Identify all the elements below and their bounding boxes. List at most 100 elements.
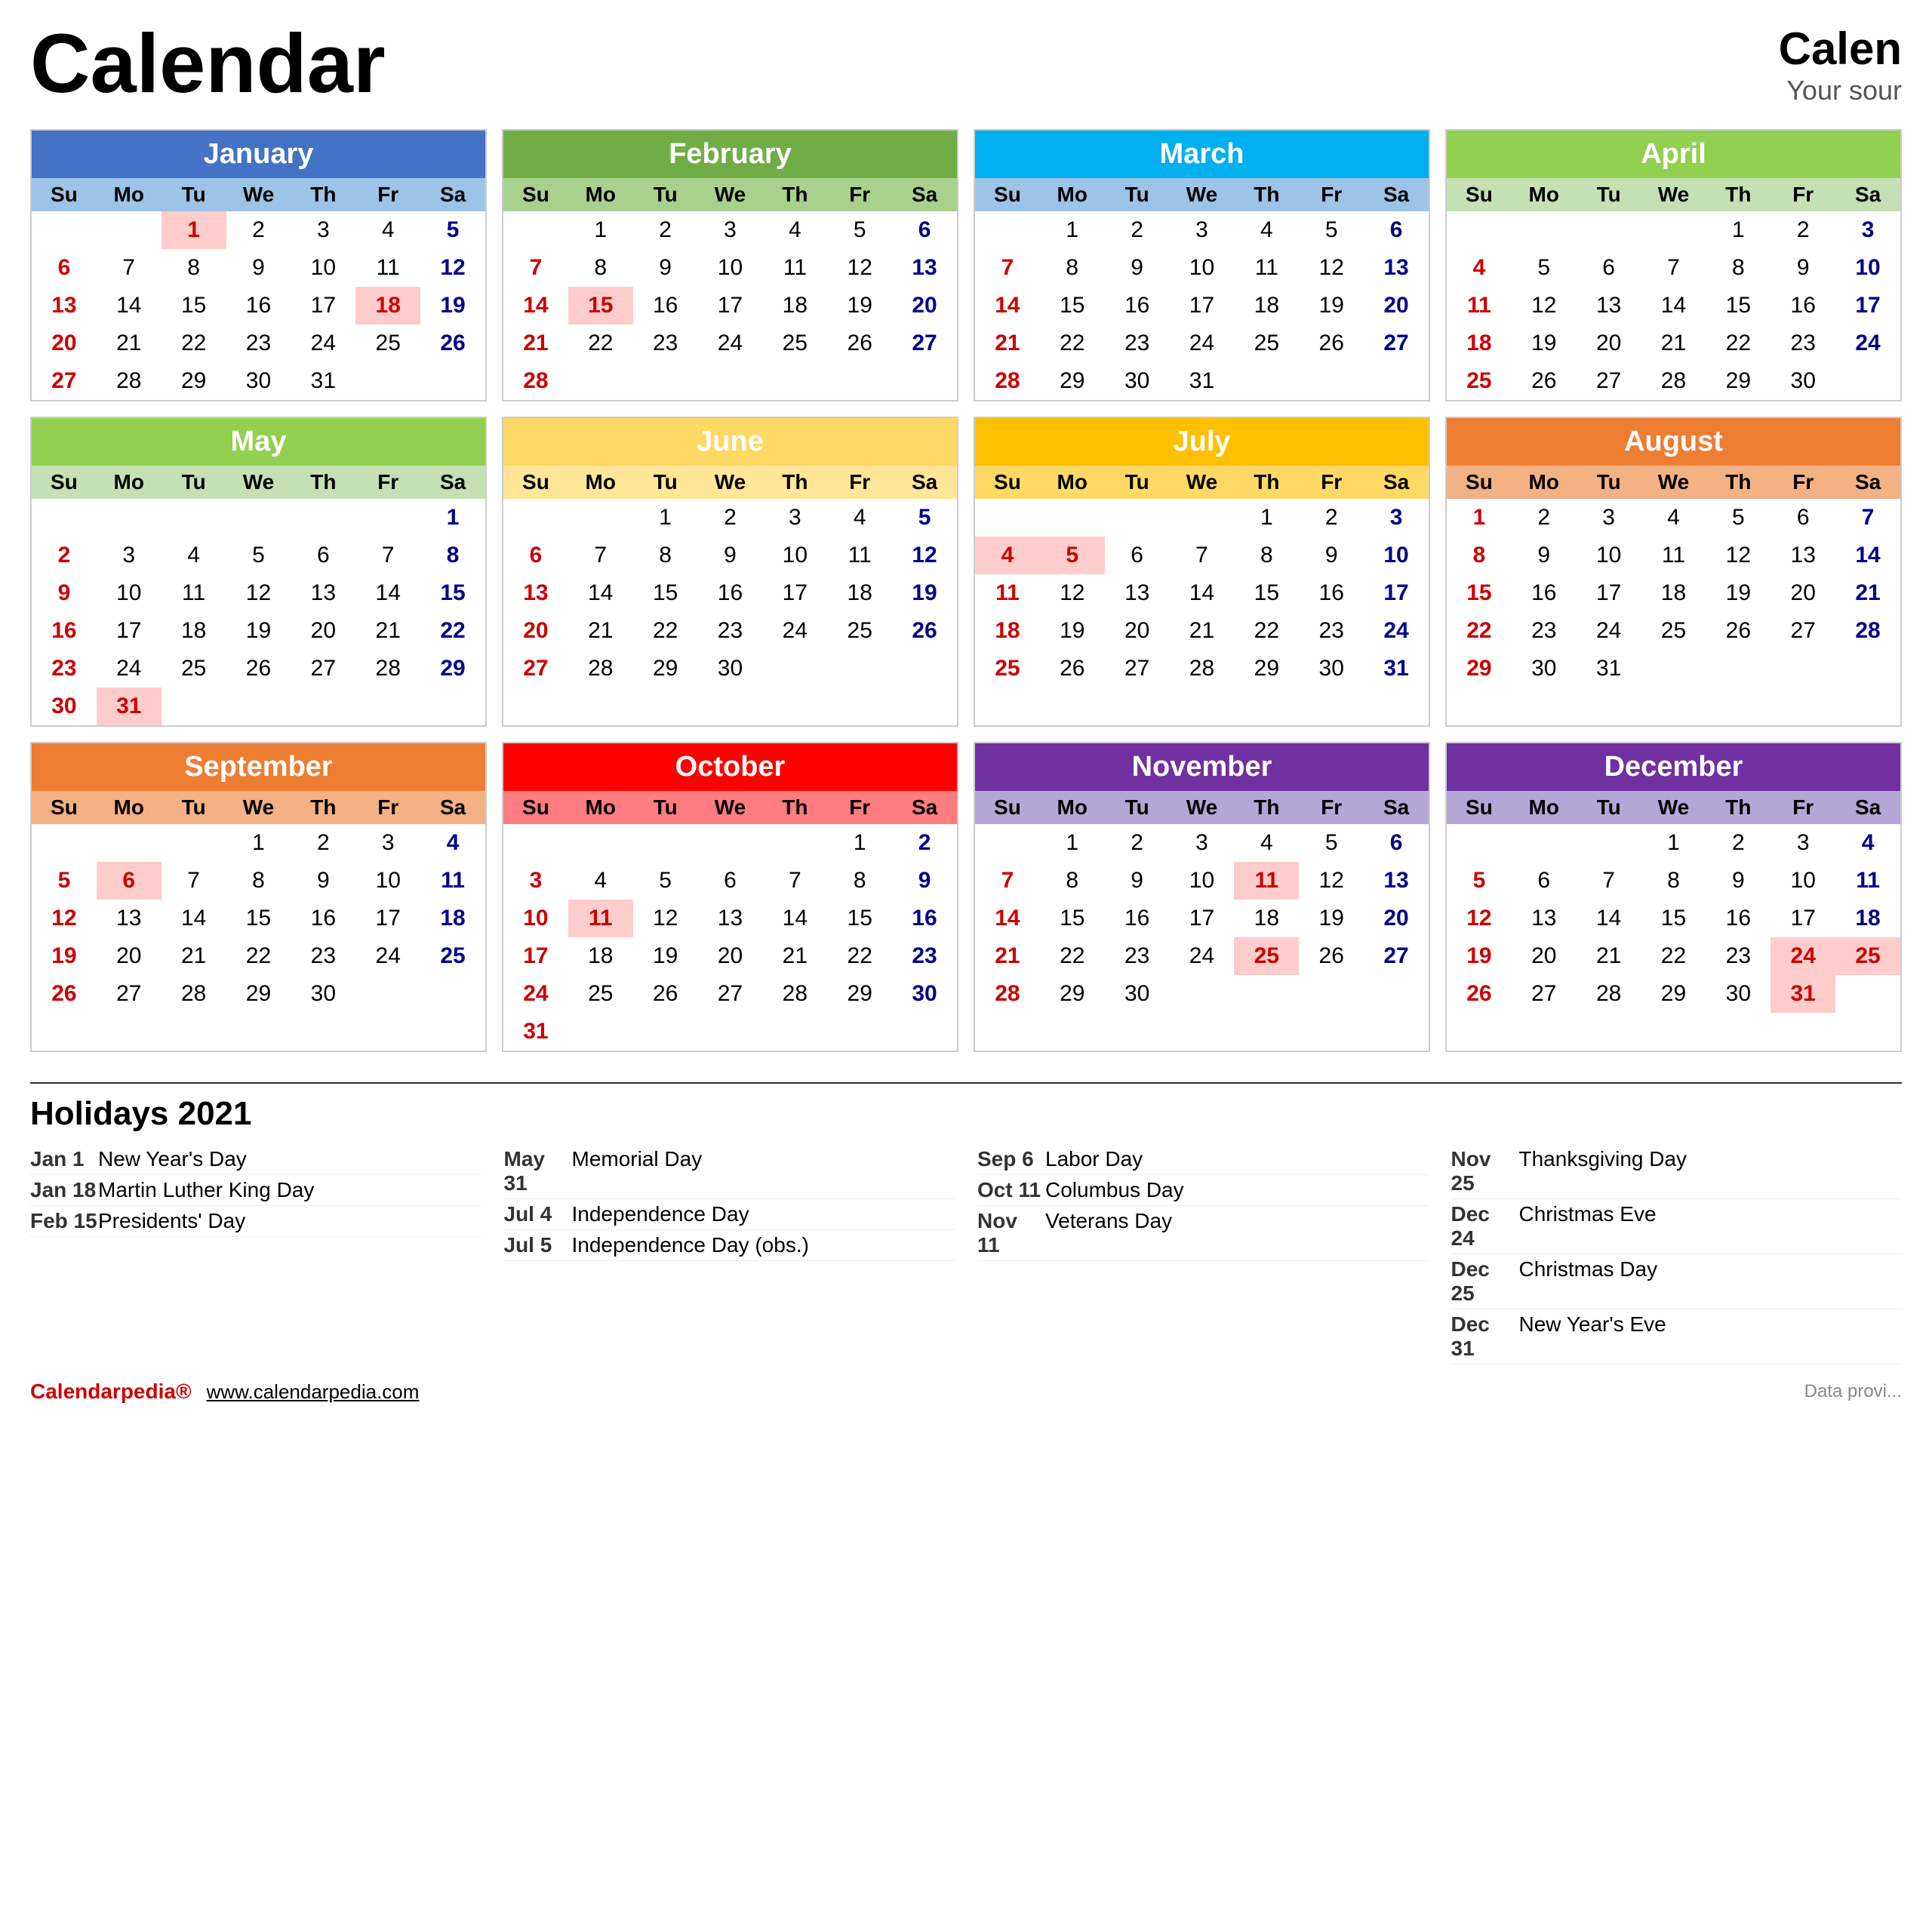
- day-cell: 1: [1641, 824, 1706, 862]
- day-cell: 17: [1835, 287, 1900, 325]
- day-cell: 17: [1364, 574, 1429, 612]
- day-cell: [97, 211, 162, 249]
- day-cell: 4: [162, 537, 226, 574]
- holiday-date: Nov 25: [1451, 1147, 1519, 1195]
- day-cell: 6: [503, 537, 568, 574]
- day-cell: 22: [1040, 325, 1105, 362]
- day-cell: 10: [97, 574, 162, 612]
- day-cell: 13: [1364, 862, 1429, 900]
- day-cell: 12: [827, 249, 892, 287]
- holiday-name: Memorial Day: [572, 1147, 955, 1195]
- month-header-jul: July: [975, 418, 1429, 466]
- day-cell: 15: [420, 574, 485, 612]
- day-cell: 27: [503, 650, 568, 688]
- day-cell: 31: [97, 688, 162, 725]
- day-cell: 30: [698, 650, 763, 688]
- day-cell: 1: [568, 211, 633, 249]
- day-cell: 16: [1512, 574, 1577, 612]
- holidays-section: Holidays 2021 Jan 1New Year's DayJan 18M…: [30, 1082, 1902, 1364]
- day-cell: 13: [1577, 287, 1641, 325]
- day-cell: 31: [291, 362, 355, 400]
- dow-cell-Th: Th: [1234, 178, 1299, 211]
- day-cell: 21: [762, 937, 827, 975]
- day-cell: 6: [892, 211, 957, 249]
- day-cell: 22: [162, 325, 226, 362]
- day-cell: 12: [226, 574, 291, 612]
- day-cell: 25: [762, 325, 827, 362]
- day-cell: 19: [827, 287, 892, 325]
- day-cell: 6: [1512, 862, 1577, 900]
- day-cell: 18: [1835, 900, 1900, 937]
- day-cell: 7: [762, 862, 827, 900]
- day-cell: [1835, 362, 1900, 400]
- holiday-name: New Year's Eve: [1519, 1312, 1903, 1361]
- day-cell: 16: [1299, 574, 1364, 612]
- day-cell: 19: [226, 612, 291, 650]
- day-cell: 3: [698, 211, 763, 249]
- dow-cell-Sa: Sa: [1835, 791, 1900, 824]
- day-cell: 27: [97, 975, 162, 1013]
- day-cell: 8: [1641, 862, 1706, 900]
- dow-cell-Sa: Sa: [1364, 178, 1429, 211]
- day-cell: 23: [32, 650, 97, 688]
- day-cell: [32, 499, 97, 537]
- day-cell: 9: [698, 537, 763, 574]
- day-cell: 20: [1577, 325, 1641, 362]
- month-header-aug: August: [1447, 418, 1900, 466]
- day-cell: 7: [1641, 249, 1706, 287]
- day-cell: 10: [698, 249, 763, 287]
- day-cell: 29: [162, 362, 226, 400]
- days-grid-oct: 1234567891011121314151617181920212223242…: [503, 824, 957, 1051]
- day-cell: 21: [1835, 574, 1900, 612]
- day-cell: 29: [1234, 650, 1299, 688]
- day-cell: [633, 362, 698, 400]
- day-cell: 20: [1105, 612, 1170, 650]
- day-cell: 2: [226, 211, 291, 249]
- day-cell: 4: [1234, 211, 1299, 249]
- days-grid-dec: 1234567891011121314151617181920212223242…: [1447, 824, 1900, 1013]
- dow-cell-We: We: [1170, 178, 1235, 211]
- dow-cell-Su: Su: [1447, 178, 1512, 211]
- day-cell: 17: [1170, 900, 1235, 937]
- day-cell: 19: [1299, 287, 1364, 325]
- month-apr: AprilSuMoTuWeThFrSa123456789101112131415…: [1445, 129, 1902, 401]
- day-cell: 30: [226, 362, 291, 400]
- dow-row-oct: SuMoTuWeThFrSa: [503, 791, 957, 824]
- day-cell: 13: [1105, 574, 1170, 612]
- day-cell: 30: [1105, 975, 1170, 1013]
- day-cell: 21: [503, 325, 568, 362]
- day-cell: 30: [1512, 650, 1577, 688]
- day-cell: [355, 688, 420, 725]
- day-cell: 27: [1770, 612, 1835, 650]
- day-cell: 10: [1577, 537, 1641, 574]
- day-cell: 14: [975, 287, 1040, 325]
- day-cell: 1: [162, 211, 226, 249]
- dow-cell-Tu: Tu: [162, 178, 226, 211]
- holiday-item: Nov 25Thanksgiving Day: [1451, 1144, 1903, 1199]
- day-cell: 19: [32, 937, 97, 975]
- footer-logo: Calendarpedia®: [30, 1380, 192, 1404]
- dow-cell-Su: Su: [32, 466, 97, 499]
- dow-cell-Su: Su: [503, 178, 568, 211]
- day-cell: 30: [1770, 362, 1835, 400]
- day-cell: 21: [1577, 937, 1641, 975]
- day-cell: 25: [355, 325, 420, 362]
- day-cell: [1299, 362, 1364, 400]
- dow-cell-Tu: Tu: [633, 178, 698, 211]
- day-cell: 26: [1706, 612, 1770, 650]
- day-cell: 19: [892, 574, 957, 612]
- month-header-dec: December: [1447, 743, 1900, 791]
- day-cell: 3: [503, 862, 568, 900]
- day-cell: 8: [1234, 537, 1299, 574]
- day-cell: 2: [1512, 499, 1577, 537]
- day-cell: 14: [568, 574, 633, 612]
- holiday-item: Dec 31New Year's Eve: [1451, 1309, 1903, 1364]
- day-cell: 20: [1364, 287, 1429, 325]
- day-cell: [1299, 975, 1364, 1013]
- day-cell: [762, 824, 827, 862]
- dow-cell-Fr: Fr: [827, 791, 892, 824]
- day-cell: 15: [1040, 287, 1105, 325]
- day-cell: 15: [226, 900, 291, 937]
- day-cell: 29: [1040, 362, 1105, 400]
- holiday-date: Dec 25: [1451, 1257, 1519, 1306]
